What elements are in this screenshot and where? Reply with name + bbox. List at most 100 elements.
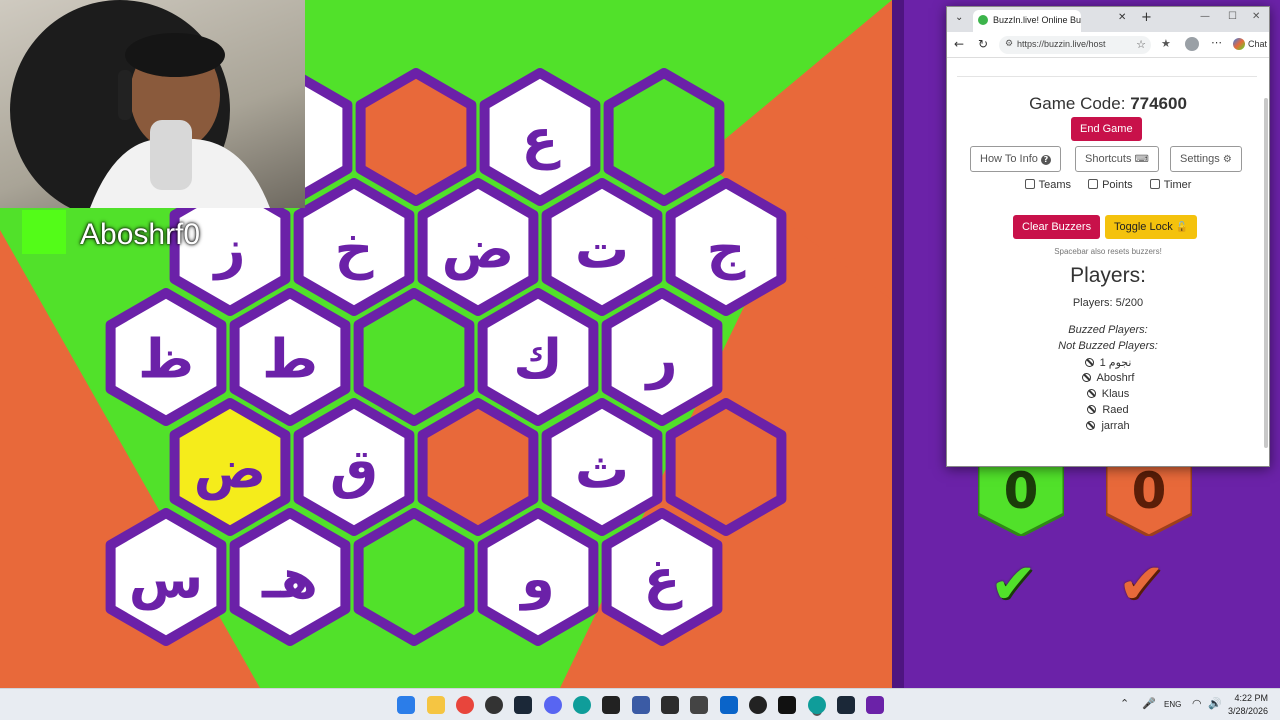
chrome-icon[interactable] — [456, 696, 474, 714]
ban-icon[interactable] — [1081, 373, 1091, 382]
profile-avatar[interactable] — [1185, 37, 1199, 51]
discord-icon[interactable] — [544, 696, 562, 714]
bookmark-star-icon[interactable]: ☆ — [1136, 38, 1146, 51]
hex-cell[interactable] — [355, 68, 477, 206]
clear-buzzers-button[interactable]: Clear Buzzers — [1013, 215, 1101, 239]
timer-option[interactable]: Timer — [1149, 179, 1191, 191]
player-row: Raed — [947, 404, 1269, 420]
ban-icon[interactable] — [1084, 358, 1094, 367]
system-clock[interactable]: 4:22 PM 3/28/2026 — [1228, 692, 1268, 718]
player-row: نجوم 1 — [947, 356, 1269, 372]
hex-letter: ك — [513, 328, 563, 391]
hex-letter: خ — [335, 218, 374, 281]
hex-cell[interactable]: ث — [541, 398, 663, 536]
url-field[interactable]: ⚙ https://buzzin.live/host ☆ — [999, 36, 1151, 54]
hex-letter: ر — [643, 328, 677, 391]
hex-letter: ج — [707, 218, 746, 281]
hex-cell[interactable]: ض — [169, 398, 291, 536]
teams-option[interactable]: Teams — [1024, 179, 1071, 191]
settings-button[interactable]: Settings ⚙ — [1170, 146, 1242, 172]
points-label: Points — [1102, 179, 1133, 191]
hex-cell[interactable]: ج — [665, 178, 787, 316]
hex-cell[interactable]: خ — [293, 178, 415, 316]
url-text: https://buzzin.live/host — [1017, 39, 1106, 49]
how-to-info-button[interactable]: How To Info ? — [970, 146, 1061, 172]
language-indicator[interactable]: ENG — [1164, 700, 1181, 709]
window-close-icon[interactable]: ✕ — [1252, 11, 1260, 22]
hex-cell[interactable]: و — [477, 508, 599, 646]
shortcuts-label: Shortcuts — [1085, 153, 1132, 165]
more-menu-icon[interactable]: ⋯ — [1211, 36, 1222, 49]
m365-icon[interactable] — [661, 696, 679, 714]
hex-cell[interactable]: س — [105, 508, 227, 646]
ban-icon[interactable] — [1087, 405, 1097, 414]
browser-tab[interactable]: BuzzIn.live! Online Buzzer System — [973, 10, 1081, 32]
hex-cell[interactable]: غ — [601, 508, 723, 646]
hex-shape — [353, 508, 475, 646]
tab-close-icon[interactable]: ✕ — [1118, 12, 1126, 23]
epic-games-icon[interactable] — [602, 696, 620, 714]
page-scrollbar[interactable] — [1264, 98, 1268, 448]
green-check-icon[interactable]: ✔ — [990, 552, 1037, 617]
points-checkbox[interactable] — [1088, 179, 1099, 189]
hex-cell[interactable]: ت — [541, 178, 663, 316]
capcut-icon[interactable] — [778, 696, 796, 714]
host-page: Game Code: 774600 End Game How To Info ?… — [947, 58, 1269, 466]
edge-icon[interactable] — [573, 696, 591, 714]
points-option[interactable]: Points — [1088, 179, 1133, 191]
store-icon[interactable] — [690, 696, 708, 714]
toggle-lock-button[interactable]: Toggle Lock 🔓 — [1105, 215, 1198, 239]
windows-start-icon[interactable] — [397, 696, 415, 714]
tray-chevron-icon[interactable]: ⌃ — [1120, 697, 1129, 710]
teams-checkbox[interactable] — [1024, 179, 1035, 189]
hex-cell[interactable]: ط — [229, 288, 351, 426]
new-tab-icon[interactable]: + — [1141, 10, 1152, 25]
site-info-icon[interactable]: ⚙ — [1005, 39, 1013, 49]
minimize-icon[interactable]: — — [1200, 11, 1210, 22]
orange-check-icon[interactable]: ✔ — [1118, 552, 1165, 617]
volume-icon[interactable]: 🔊 — [1208, 697, 1222, 710]
microphone-icon[interactable]: 🎤 — [1142, 697, 1156, 710]
hex-cell[interactable] — [665, 398, 787, 536]
hex-shape — [355, 68, 477, 206]
mail-icon[interactable] — [720, 696, 738, 714]
player-name: نجوم 1 — [1099, 357, 1132, 369]
hex-cell[interactable] — [417, 398, 539, 536]
hex-letter: ث — [575, 438, 629, 501]
hex-cell[interactable] — [603, 68, 725, 206]
webcam-picture — [10, 0, 270, 208]
hex-cell[interactable] — [353, 508, 475, 646]
obs-icon[interactable] — [749, 696, 767, 714]
hex-cell[interactable]: ظ — [105, 288, 227, 426]
reload-icon[interactable]: ↻ — [978, 37, 988, 51]
timer-checkbox[interactable] — [1149, 179, 1160, 189]
hex-cell[interactable]: ق — [293, 398, 415, 536]
copilot-chat-icon[interactable] — [1233, 38, 1245, 50]
shortcuts-button[interactable]: Shortcuts ⌨ — [1075, 146, 1159, 172]
maximize-icon[interactable]: ☐ — [1228, 11, 1237, 22]
hex-cell[interactable]: ر — [601, 288, 723, 426]
hex-cell[interactable] — [353, 288, 475, 426]
chat-label[interactable]: Chat — [1248, 39, 1267, 49]
ban-icon[interactable] — [1086, 421, 1096, 430]
player-row: jarrah — [947, 420, 1269, 436]
file-explorer-icon[interactable] — [427, 696, 445, 714]
hex-letter: هـ — [261, 548, 318, 611]
hex-cell[interactable]: ك — [477, 288, 599, 426]
app-icon[interactable] — [632, 696, 650, 714]
steam-icon[interactable] — [514, 696, 532, 714]
hex-cell[interactable]: ض — [417, 178, 539, 316]
favorites-icon[interactable]: ★ — [1161, 37, 1171, 50]
hex-cell[interactable]: ع — [479, 68, 601, 206]
ban-icon[interactable] — [1086, 389, 1096, 398]
game-icon[interactable] — [866, 696, 884, 714]
back-icon[interactable]: ← — [954, 37, 964, 51]
wifi-icon[interactable]: ◠ — [1192, 697, 1202, 710]
tab-menu-chevron-icon[interactable]: ⌄ — [955, 12, 963, 23]
music-icon[interactable] — [485, 696, 503, 714]
end-game-button[interactable]: End Game — [1071, 117, 1142, 141]
edge-active-icon[interactable] — [808, 696, 826, 714]
hex-cell[interactable]: هـ — [229, 508, 351, 646]
steam-2-icon[interactable] — [837, 696, 855, 714]
hex-letter: غ — [644, 548, 683, 611]
